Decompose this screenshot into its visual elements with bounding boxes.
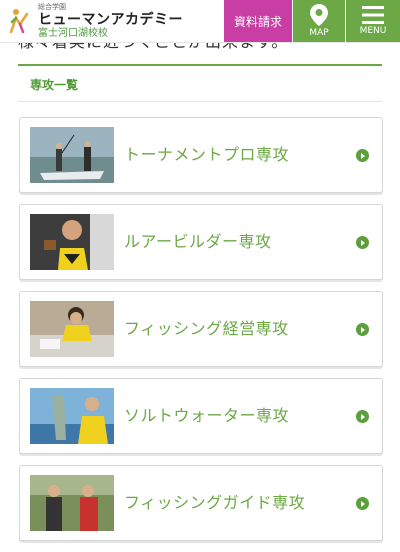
course-label: ソルトウォーター専攻 — [124, 406, 290, 425]
course-card-saltwater[interactable]: ソルトウォーター専攻 — [19, 378, 383, 454]
arrow-right-icon — [356, 149, 369, 162]
course-card-lure-builder[interactable]: ルアービルダー専攻 — [19, 204, 383, 280]
course-label: ルアービルダー専攻 — [124, 232, 272, 251]
course-label: トーナメントプロ専攻 — [124, 145, 290, 164]
course-list: トーナメントプロ専攻 ルアービルダー専攻 フィッシング経営専攻 ソルトウォーター… — [19, 117, 383, 552]
logo-campus: 富士河口湖校校 — [38, 27, 108, 39]
section-divider — [18, 64, 382, 66]
course-photo-student-holding-lure — [30, 214, 114, 270]
arrow-right-icon — [356, 236, 369, 249]
arrow-right-icon — [356, 323, 369, 336]
site-header: 総合学園 ヒューマンアカデミー 富士河口湖校校 資料請求 MAP MENU — [0, 0, 400, 43]
course-photo-student-at-desk — [30, 301, 114, 357]
request-brochure-button[interactable]: 資料請求 — [224, 0, 292, 42]
arrow-right-icon — [356, 410, 369, 423]
map-pin-icon — [310, 4, 328, 26]
course-label: フィッシングガイド専攻 — [124, 493, 306, 512]
map-label: MAP — [309, 28, 329, 38]
menu-label: MENU — [359, 26, 387, 36]
section-underline — [18, 101, 382, 102]
course-card-tournament-pro[interactable]: トーナメントプロ専攻 — [19, 117, 383, 193]
course-photo-anglers-on-boat — [30, 127, 114, 183]
logo-title: ヒューマンアカデミー — [38, 11, 183, 28]
academy-logo[interactable]: 総合学園 ヒューマンアカデミー 富士河口湖校校 — [8, 3, 183, 39]
logo-figure-icon — [9, 9, 29, 34]
request-brochure-label: 資料請求 — [233, 14, 282, 29]
map-button[interactable]: MAP — [293, 0, 345, 42]
hamburger-icon — [362, 6, 384, 24]
course-card-fishing-management[interactable]: フィッシング経営専攻 — [19, 291, 383, 367]
section-title: 専攻一覧 — [30, 78, 79, 92]
logo-tagline: 総合学園 — [38, 2, 66, 11]
course-label: フィッシング経営専攻 — [124, 319, 289, 338]
arrow-right-icon — [356, 497, 369, 510]
course-photo-anglers-outdoors — [30, 475, 114, 531]
course-card-fishing-guide[interactable]: フィッシングガイド専攻 — [19, 465, 383, 541]
menu-button[interactable]: MENU — [346, 0, 400, 42]
course-photo-angler-with-fish — [30, 388, 114, 444]
